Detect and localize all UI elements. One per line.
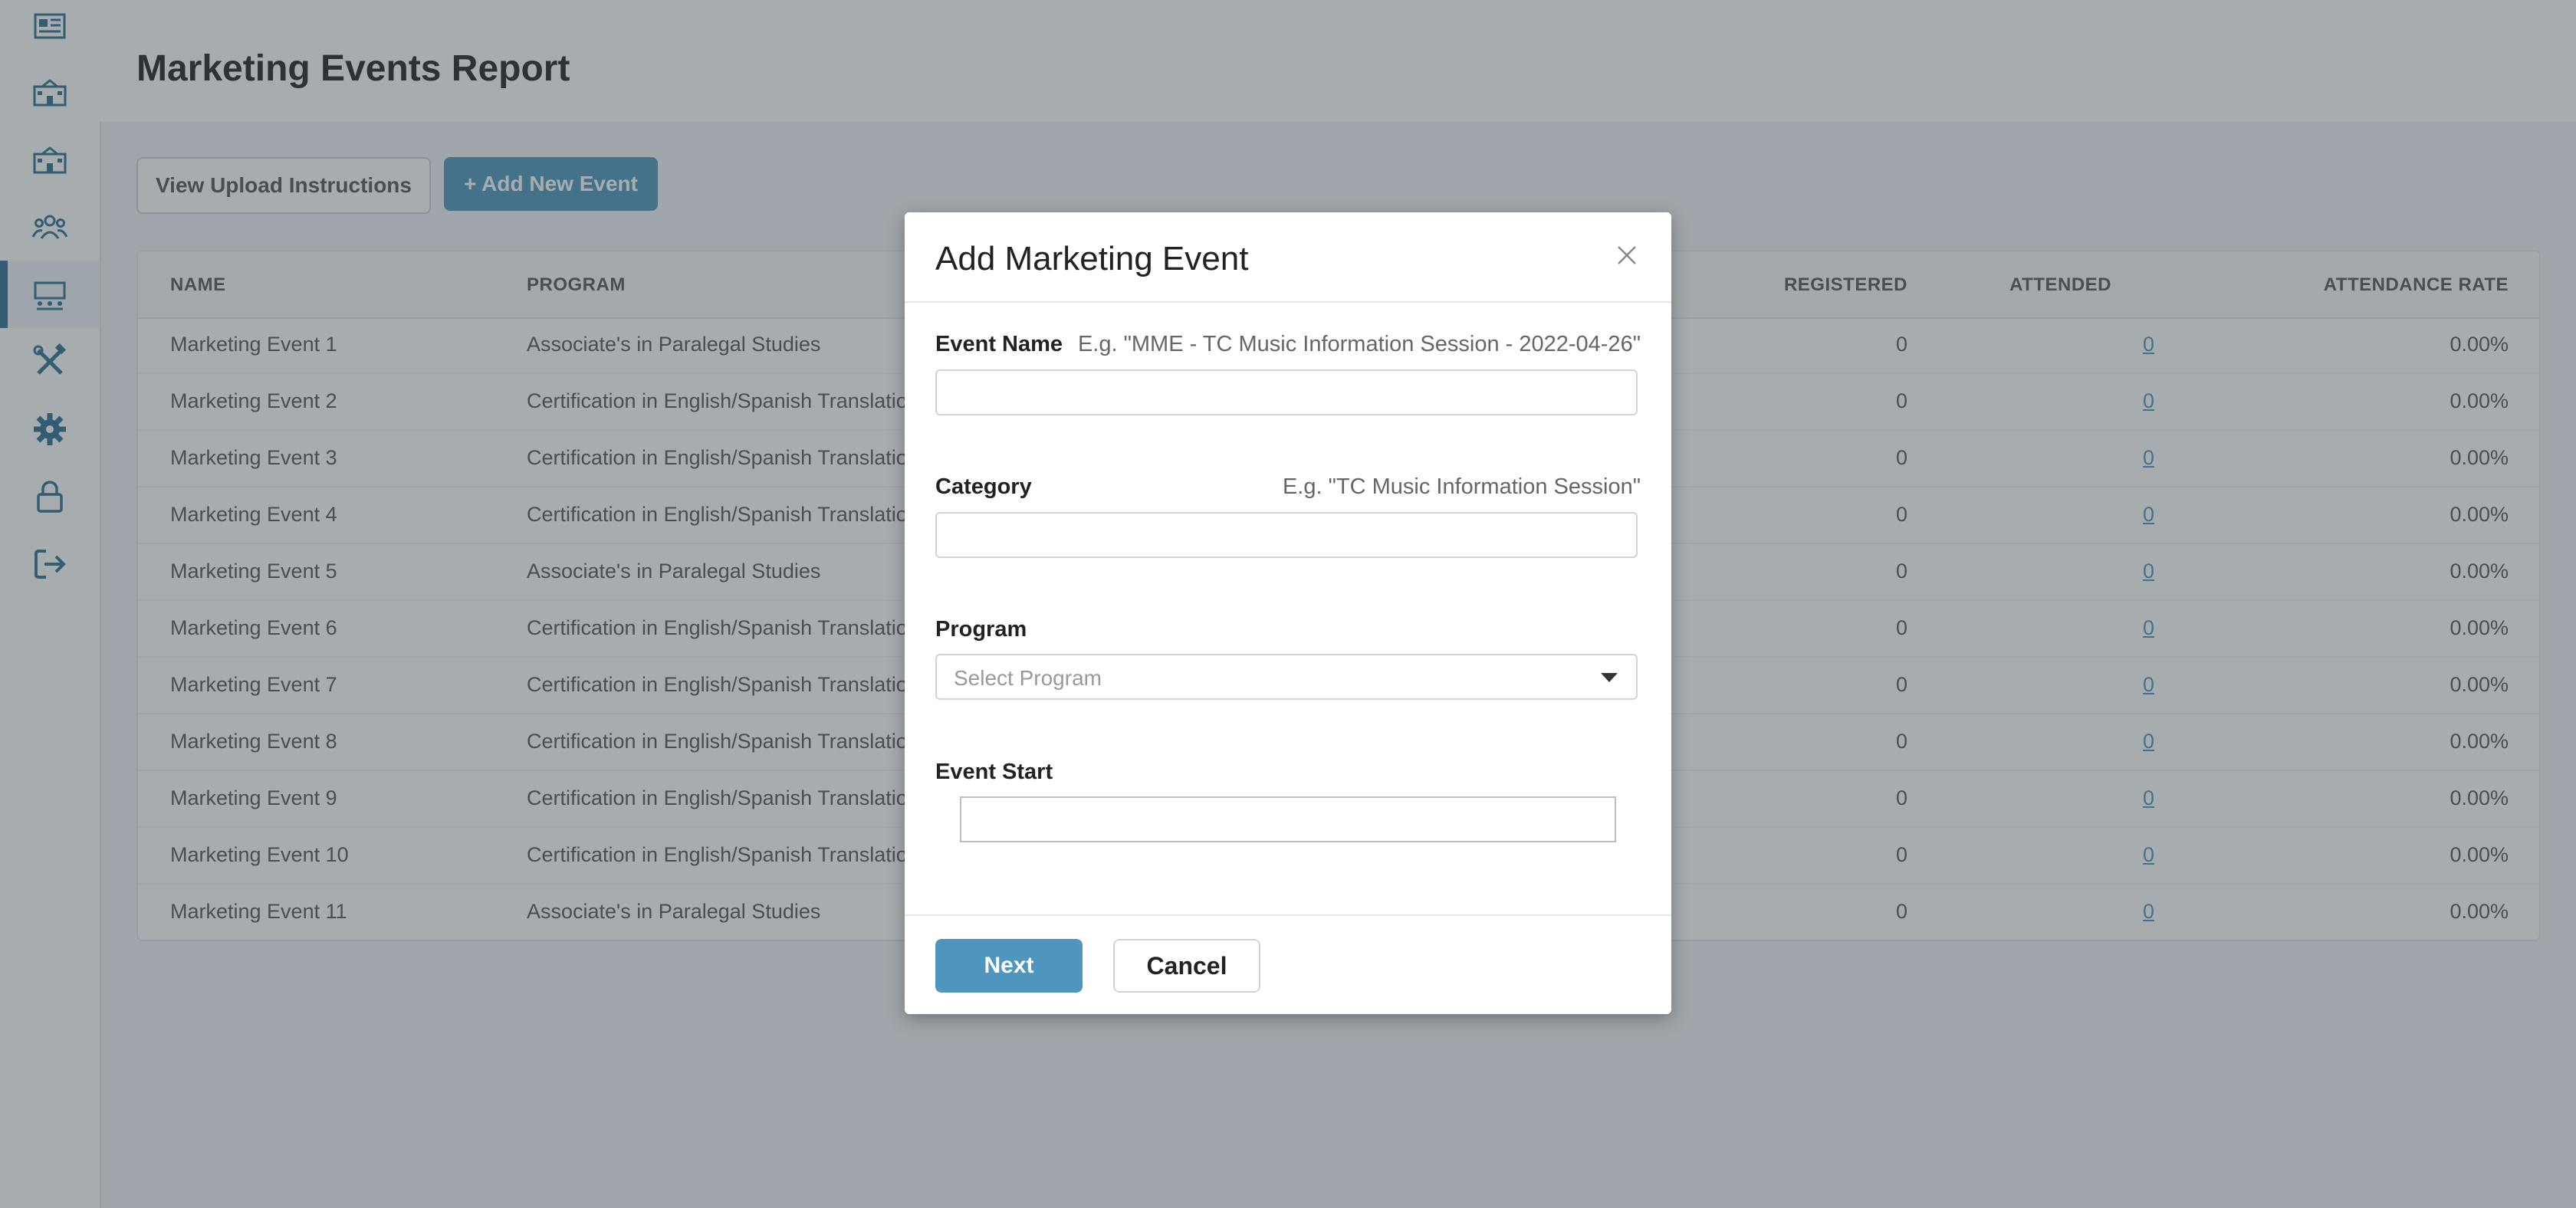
event-name-input[interactable] [935,369,1638,415]
category-label: Category [935,474,1032,499]
chevron-down-icon [1601,673,1618,682]
event-name-hint: E.g. "MME - TC Music Information Session… [1077,332,1641,356]
event-start-input[interactable] [960,796,1616,842]
program-select-placeholder: Select Program [954,666,1102,690]
program-select[interactable]: Select Program [935,654,1638,700]
event-name-label: Event Name [935,332,1063,356]
close-button[interactable] [1610,238,1644,272]
cancel-button[interactable]: Cancel [1113,939,1260,993]
next-button[interactable]: Next [935,939,1083,993]
category-hint: E.g. "TC Music Information Session" [1282,474,1641,499]
add-marketing-event-dialog: Add Marketing Event Event Name E.g. "MME… [905,212,1671,1014]
category-input[interactable] [935,512,1638,558]
event-start-label: Event Start [935,760,1053,784]
modal-footer: Next Cancel [905,914,1671,1016]
modal-header: Add Marketing Event [905,212,1671,303]
close-icon [1618,246,1636,264]
program-label: Program [935,617,1027,642]
modal-title: Add Marketing Event [935,240,1249,277]
